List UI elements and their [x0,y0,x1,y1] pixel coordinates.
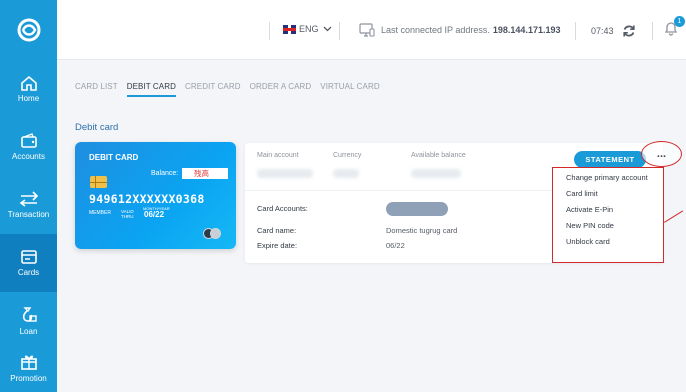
tab-virtual-card[interactable]: VIRTUAL CARD [320,82,379,97]
card-valid-thru-label: VALID THRU [121,209,134,219]
menu-item-change-primary-account[interactable]: Change primary account [553,170,663,186]
header-divider [575,22,576,40]
sidebar-item-label: Loan [19,327,38,336]
tab-debit-card[interactable]: DEBIT CARD [126,82,176,97]
card-balance-value: 残高 [182,168,228,179]
card-accounts-value-redacted [386,202,448,216]
header-divider [339,22,340,40]
header-divider [652,22,653,40]
card-expiry: 06/22 [144,210,165,219]
sidebar-item-loan[interactable]: Loan [0,292,57,350]
tab-order-a-card[interactable]: ORDER A CARD [250,82,312,97]
balance-value-blurred [411,169,461,178]
card-thru-label: THRU [121,214,134,219]
sidebar-item-label: Transaction [7,210,50,219]
logo-icon [17,18,40,42]
last-ip-info: Last connected IP address. 198.144.171.1… [359,23,560,37]
annotation-callout-line [664,210,686,234]
sidebar-item-label: Promotion [10,373,47,383]
more-options-button[interactable]: ... [641,141,682,167]
section-title: Debit card [75,122,119,133]
main-account-header: Main account [257,152,299,159]
menu-item-card-limit[interactable]: Card limit [553,186,663,202]
card-type-label: DEBIT CARD [89,153,139,162]
card-options-menu: Change primary account Card limit Activa… [552,167,664,263]
menu-item-unblock-card[interactable]: Unblock card [553,234,663,250]
card-member-label: MEMBER [89,210,111,216]
debit-card-visual[interactable]: DEBIT CARD Balance: 残高 949612XXXXXX0368 … [75,142,236,249]
main-account-value-blurred [257,169,313,178]
sidebar-item-transaction[interactable]: Transaction [0,176,57,234]
sidebar-item-promotion[interactable]: Promotion [0,343,57,392]
sidebar-item-home[interactable]: Home [0,60,57,118]
card-tabs: CARD LIST DEBIT CARD CREDIT CARD ORDER A… [75,82,380,97]
ip-label: Last connected IP address. [381,25,490,35]
tab-credit-card[interactable]: CREDIT CARD [185,82,241,97]
home-icon [20,75,37,91]
notification-badge: 1 [674,16,685,27]
sidebar-item-cards[interactable]: Cards [0,234,57,292]
menu-item-activate-e-pin[interactable]: Activate E-Pin [553,202,663,218]
expire-date-value: 06/22 [386,241,405,250]
loan-icon [22,307,37,322]
wallet-icon [20,133,37,148]
card-name-label: Card name: [257,226,297,235]
card-balance-label: Balance: [151,170,179,177]
transfer-icon [19,191,38,207]
sidebar: Home Accounts Transaction Cards Loan Pro… [0,0,57,392]
card-icon [20,250,37,264]
chip-icon [90,176,107,188]
gift-icon [20,355,37,370]
currency-value-blurred [333,169,359,178]
header-divider [269,22,270,40]
session-clock: 07:43 [591,24,636,38]
language-label: ENG [299,24,319,34]
notifications-button[interactable]: 1 [663,16,685,41]
ip-value: 198.144.171.193 [492,25,561,35]
uk-flag-icon [283,24,296,34]
statement-button[interactable]: STATEMENT [574,151,646,168]
session-time: 07:43 [591,26,614,36]
monitor-icon [359,23,375,37]
app-logo[interactable] [0,0,57,60]
card-accounts-label: Card Accounts: [257,204,308,213]
language-selector[interactable]: ENG [283,24,332,34]
expire-date-label: Expire date: [257,241,298,250]
sidebar-item-accounts[interactable]: Accounts [0,118,57,176]
chevron-down-icon [323,26,331,32]
card-network-logo-icon [203,228,221,239]
refresh-icon[interactable] [622,24,636,38]
sidebar-item-label: Home [17,94,40,103]
tab-card-list[interactable]: CARD LIST [75,82,118,97]
sidebar-item-label: Accounts [12,152,45,161]
top-header: ENG Last connected IP address. 198.144.1… [57,0,686,60]
currency-header: Currency [333,152,362,159]
menu-item-new-pin-code[interactable]: New PIN code [553,218,663,234]
available-balance-header: Available balance [411,152,466,159]
sidebar-item-label: Cards [17,268,40,277]
card-number: 949612XXXXXX0368 [89,192,205,206]
card-name-value: Domestic tugrug card [386,226,458,235]
